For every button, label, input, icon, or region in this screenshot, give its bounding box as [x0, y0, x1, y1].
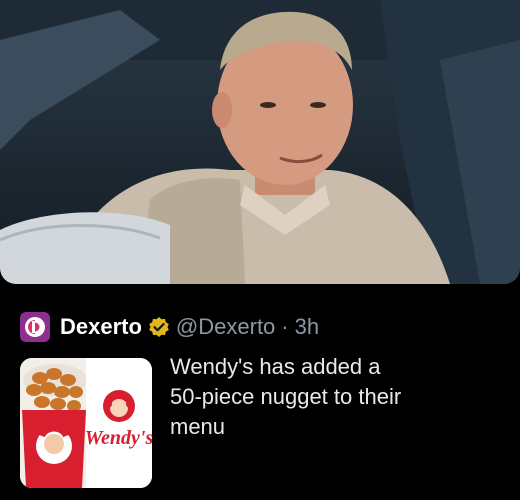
handle[interactable]: @Dexerto	[176, 314, 275, 340]
tweet-card[interactable]: Dexerto @Dexerto · 3h Wendy's Wendy's ha…	[0, 296, 520, 500]
man-in-car-photo	[0, 0, 520, 284]
tweet-header-photo[interactable]	[0, 0, 520, 284]
dexerto-avatar[interactable]	[20, 312, 50, 342]
tweet-text: Wendy's has added a 50-piece nugget to t…	[170, 352, 500, 442]
separator: ·	[281, 314, 289, 339]
tweet-media-thumbnail[interactable]: Wendy's	[20, 358, 152, 488]
timestamp[interactable]: 3h	[295, 314, 319, 340]
wendys-nuggets-image: Wendy's	[20, 358, 152, 488]
tweet-text-line: menu	[170, 414, 226, 439]
tweet-author-row: Dexerto @Dexerto · 3h	[20, 312, 319, 342]
tweet-text-line: 50-piece nugget to their	[170, 384, 402, 409]
verified-badge-icon	[148, 316, 170, 338]
dexerto-logo-icon	[20, 312, 50, 342]
wendys-logo-text: Wendy's	[85, 427, 152, 449]
tweet-text-line: Wendy's has added a	[170, 354, 381, 379]
display-name[interactable]: Dexerto	[60, 314, 142, 340]
